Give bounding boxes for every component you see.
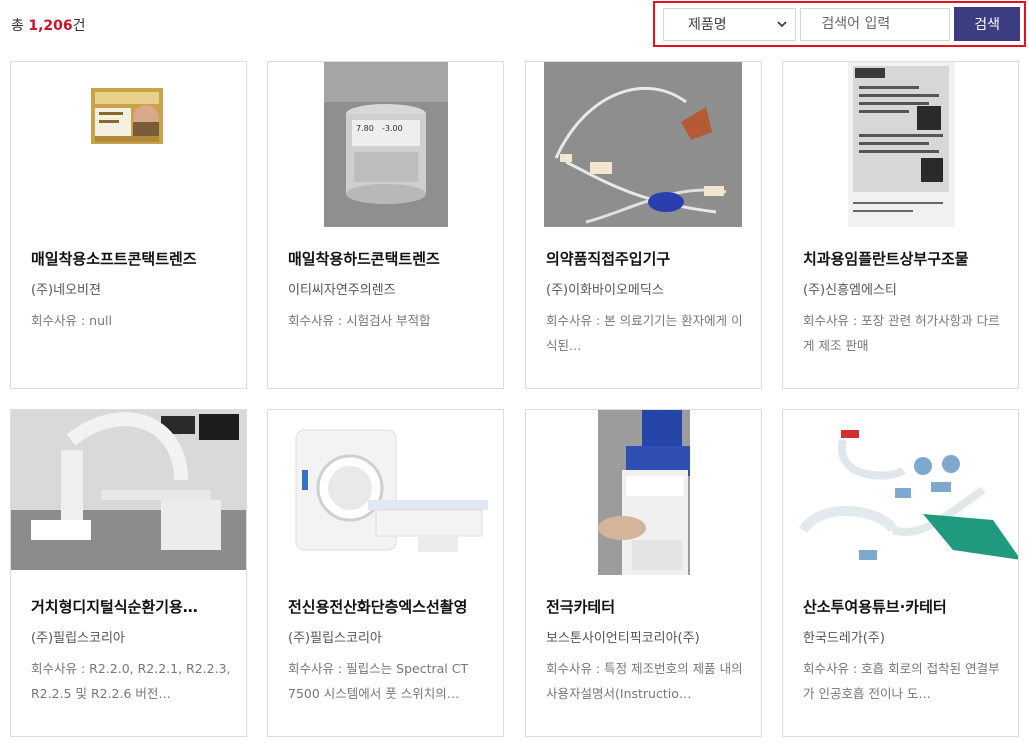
recall-reason: 회수사유 : 포장 관련 허가사항과 다르게 제조 판매 xyxy=(803,313,1000,353)
search-field-select[interactable]: 제품명 xyxy=(663,7,797,41)
total-prefix: 총 xyxy=(11,18,24,34)
product-title: 의약품직접주입기구 xyxy=(546,250,671,268)
recall-reason: 회수사유 : 본 의료기기는 환자에게 이식된… xyxy=(546,313,743,353)
product-card[interactable]: 전극카테터 보스톤사이언티픽코리아(주) 회수사유 : 특정 제조번호의 제품 … xyxy=(525,409,762,737)
product-image: 7.80 -3.00 xyxy=(268,62,503,227)
product-company: (주)이화바이오메딕스 xyxy=(546,283,664,298)
product-card[interactable]: 7.80 -3.00 매일착용하드콘택트렌즈 이티씨자연주의렌즈 회수사유 : … xyxy=(267,61,504,389)
product-card[interactable]: 산소투여용튜브·카테터 한국드레가(주) 회수사유 : 호흡 회로의 접착된 연… xyxy=(782,409,1019,737)
product-title: 치과용임플란트상부구조물 xyxy=(803,250,969,268)
lens-label-line2: -3.00 xyxy=(382,124,403,133)
product-image xyxy=(11,62,246,227)
product-card[interactable]: 매일착용소프트콘택트렌즈 (주)네오비젼 회수사유 : null xyxy=(10,61,247,389)
total-count-value: 1,206 xyxy=(28,18,73,34)
product-card[interactable]: 전신용전산화단층엑스선촬영 (주)필립스코리아 회수사유 : 필립스는 Spec… xyxy=(267,409,504,737)
product-company: (주)신흥엠에스티 xyxy=(803,283,897,298)
recall-reason: 회수사유 : 호흡 회로의 접착된 연결부가 인공호흡 전이나 도… xyxy=(803,661,1000,701)
product-company: (주)필립스코리아 xyxy=(288,631,382,646)
product-card[interactable]: 거치형디지털식순환기용… (주)필립스코리아 회수사유 : R2.2.0, R2… xyxy=(10,409,247,737)
recall-reason: 회수사유 : 특정 제조번호의 제품 내의 사용자설명서(Instructio… xyxy=(546,661,743,701)
product-title: 매일착용소프트콘택트렌즈 xyxy=(31,250,197,268)
product-image xyxy=(526,62,761,227)
search-bar: 제품명 검색 xyxy=(653,1,1026,47)
product-title: 전극카테터 xyxy=(546,598,616,616)
search-input[interactable] xyxy=(800,7,951,41)
product-company: 보스톤사이언티픽코리아(주) xyxy=(546,631,700,646)
search-field-select-value: 제품명 xyxy=(688,17,727,33)
product-image xyxy=(526,410,761,575)
product-title: 전신용전산화단층엑스선촬영 xyxy=(288,598,468,616)
product-title: 거치형디지털식순환기용… xyxy=(31,598,198,616)
product-title: 매일착용하드콘택트렌즈 xyxy=(288,250,440,268)
product-company: (주)필립스코리아 xyxy=(31,631,125,646)
product-company: 한국드레가(주) xyxy=(803,631,885,646)
product-image xyxy=(783,62,1018,227)
product-company: (주)네오비젼 xyxy=(31,283,101,298)
search-button[interactable]: 검색 xyxy=(954,7,1020,41)
product-image xyxy=(268,410,503,575)
product-card[interactable]: 의약품직접주입기구 (주)이화바이오메딕스 회수사유 : 본 의료기기는 환자에… xyxy=(525,61,762,389)
product-title: 산소투여용튜브·카테터 xyxy=(803,598,947,616)
recall-reason: 회수사유 : R2.2.0, R2.2.1, R2.2.3, R2.2.5 및 … xyxy=(31,661,231,701)
recall-reason: 회수사유 : 시험검사 부적합 xyxy=(288,313,431,328)
product-company: 이티씨자연주의렌즈 xyxy=(288,283,396,298)
total-count-label: 총 1,206건 xyxy=(11,15,86,35)
recall-reason: 회수사유 : null xyxy=(31,313,112,328)
product-card[interactable]: 치과용임플란트상부구조물 (주)신흥엠에스티 회수사유 : 포장 관련 허가사항… xyxy=(782,61,1019,389)
total-suffix: 건 xyxy=(72,18,86,34)
product-image xyxy=(11,410,246,575)
recall-reason: 회수사유 : 필립스는 Spectral CT 7500 시스템에서 풋 스위치… xyxy=(288,661,469,701)
product-image xyxy=(783,410,1018,575)
chevron-down-icon xyxy=(777,20,787,27)
lens-label-line1: 7.80 xyxy=(356,124,374,133)
